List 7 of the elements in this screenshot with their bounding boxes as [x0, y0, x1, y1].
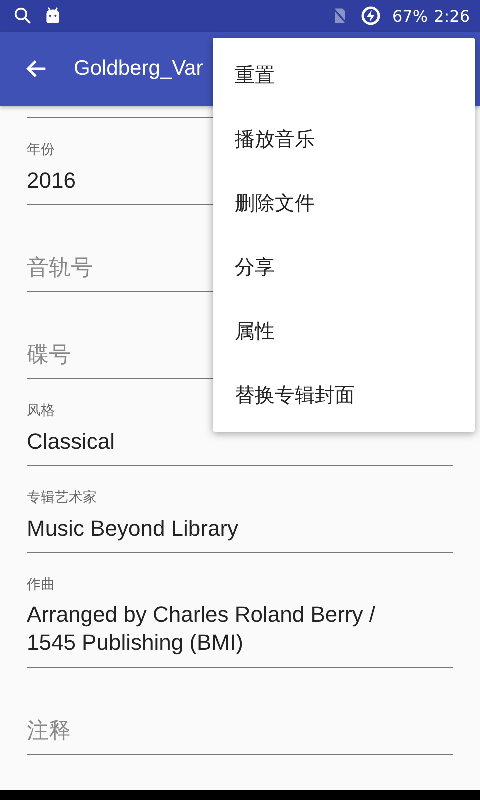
field-label: 风格	[27, 402, 55, 421]
screen-title: Goldberg_Var	[74, 57, 204, 81]
field-label: 年份	[27, 141, 55, 160]
field-label: 作曲	[27, 576, 55, 595]
clock: 2:26	[434, 6, 470, 26]
battery-percent: 67%	[392, 6, 428, 26]
field-label: 专辑艺术家	[27, 489, 97, 508]
